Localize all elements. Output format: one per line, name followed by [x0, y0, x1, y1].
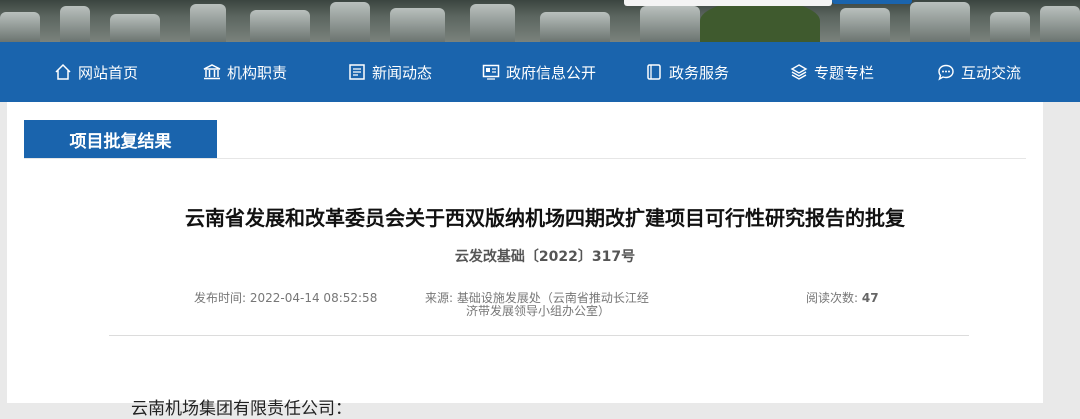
- nav-item-news[interactable]: 新闻动态: [348, 42, 432, 102]
- nav-label: 专题专栏: [814, 63, 875, 82]
- disclosure-icon: [482, 63, 500, 81]
- chat-icon: [937, 63, 955, 81]
- article-recipient: 云南机场集团有限责任公司：: [131, 399, 352, 419]
- nav-label: 互动交流: [961, 63, 1022, 82]
- article-title: 云南省发展和改革委员会关于西双版纳机场四期改扩建项目可行性研究报告的批复: [185, 206, 905, 230]
- main-nav: 网站首页 机构职责 新闻动态 政府信息公开 政务服务 专题专栏 互动交流: [0, 42, 1080, 102]
- source: 来源: 基础设施发展处（云南省推动长江经 济带发展领导小组办公室）: [425, 292, 665, 318]
- section-tab[interactable]: 项目批复结果: [24, 120, 217, 158]
- document-number: 云发改基础〔2022〕317号: [454, 249, 636, 265]
- nav-label: 政府信息公开: [506, 63, 597, 82]
- nav-label: 新闻动态: [372, 63, 433, 82]
- view-count: 阅读次数: 47: [806, 292, 879, 305]
- nav-item-topics[interactable]: 专题专栏: [790, 42, 874, 102]
- publish-time-value: 2022-04-14 08:52:58: [249, 291, 378, 305]
- institution-icon: [203, 63, 221, 81]
- publish-time-label: 发布时间:: [194, 291, 247, 305]
- nav-label: 政务服务: [669, 63, 730, 82]
- nav-item-institution[interactable]: 机构职责: [203, 42, 287, 102]
- search-box-edge: [624, 0, 832, 6]
- search-button-edge: [832, 0, 912, 4]
- nav-label: 网站首页: [78, 63, 139, 82]
- article-panel: 项目批复结果 云南省发展和改革委员会关于西双版纳机场四期改扩建项目可行性研究报告…: [7, 102, 1043, 419]
- nav-item-disclosure[interactable]: 政府信息公开: [482, 42, 596, 102]
- nav-item-interaction[interactable]: 互动交流: [937, 42, 1021, 102]
- nav-label: 机构职责: [227, 63, 288, 82]
- home-icon: [54, 63, 72, 81]
- source-value-line2: 济带发展领导小组办公室）: [466, 304, 611, 318]
- layers-icon: [790, 63, 808, 81]
- views-value: 47: [861, 291, 879, 305]
- source-value-line1: 基础设施发展处（云南省推动长江经: [456, 291, 649, 305]
- header-banner-image: [0, 0, 1080, 42]
- nav-item-service[interactable]: 政务服务: [645, 42, 729, 102]
- source-label: 来源:: [425, 291, 454, 305]
- nav-item-home[interactable]: 网站首页: [54, 42, 138, 102]
- publish-time: 发布时间: 2022-04-14 08:52:58: [194, 292, 377, 305]
- news-icon: [348, 63, 366, 81]
- service-icon: [645, 63, 663, 81]
- section-divider: [24, 158, 1026, 159]
- views-label: 阅读次数:: [806, 291, 859, 305]
- meta-divider: [109, 335, 969, 336]
